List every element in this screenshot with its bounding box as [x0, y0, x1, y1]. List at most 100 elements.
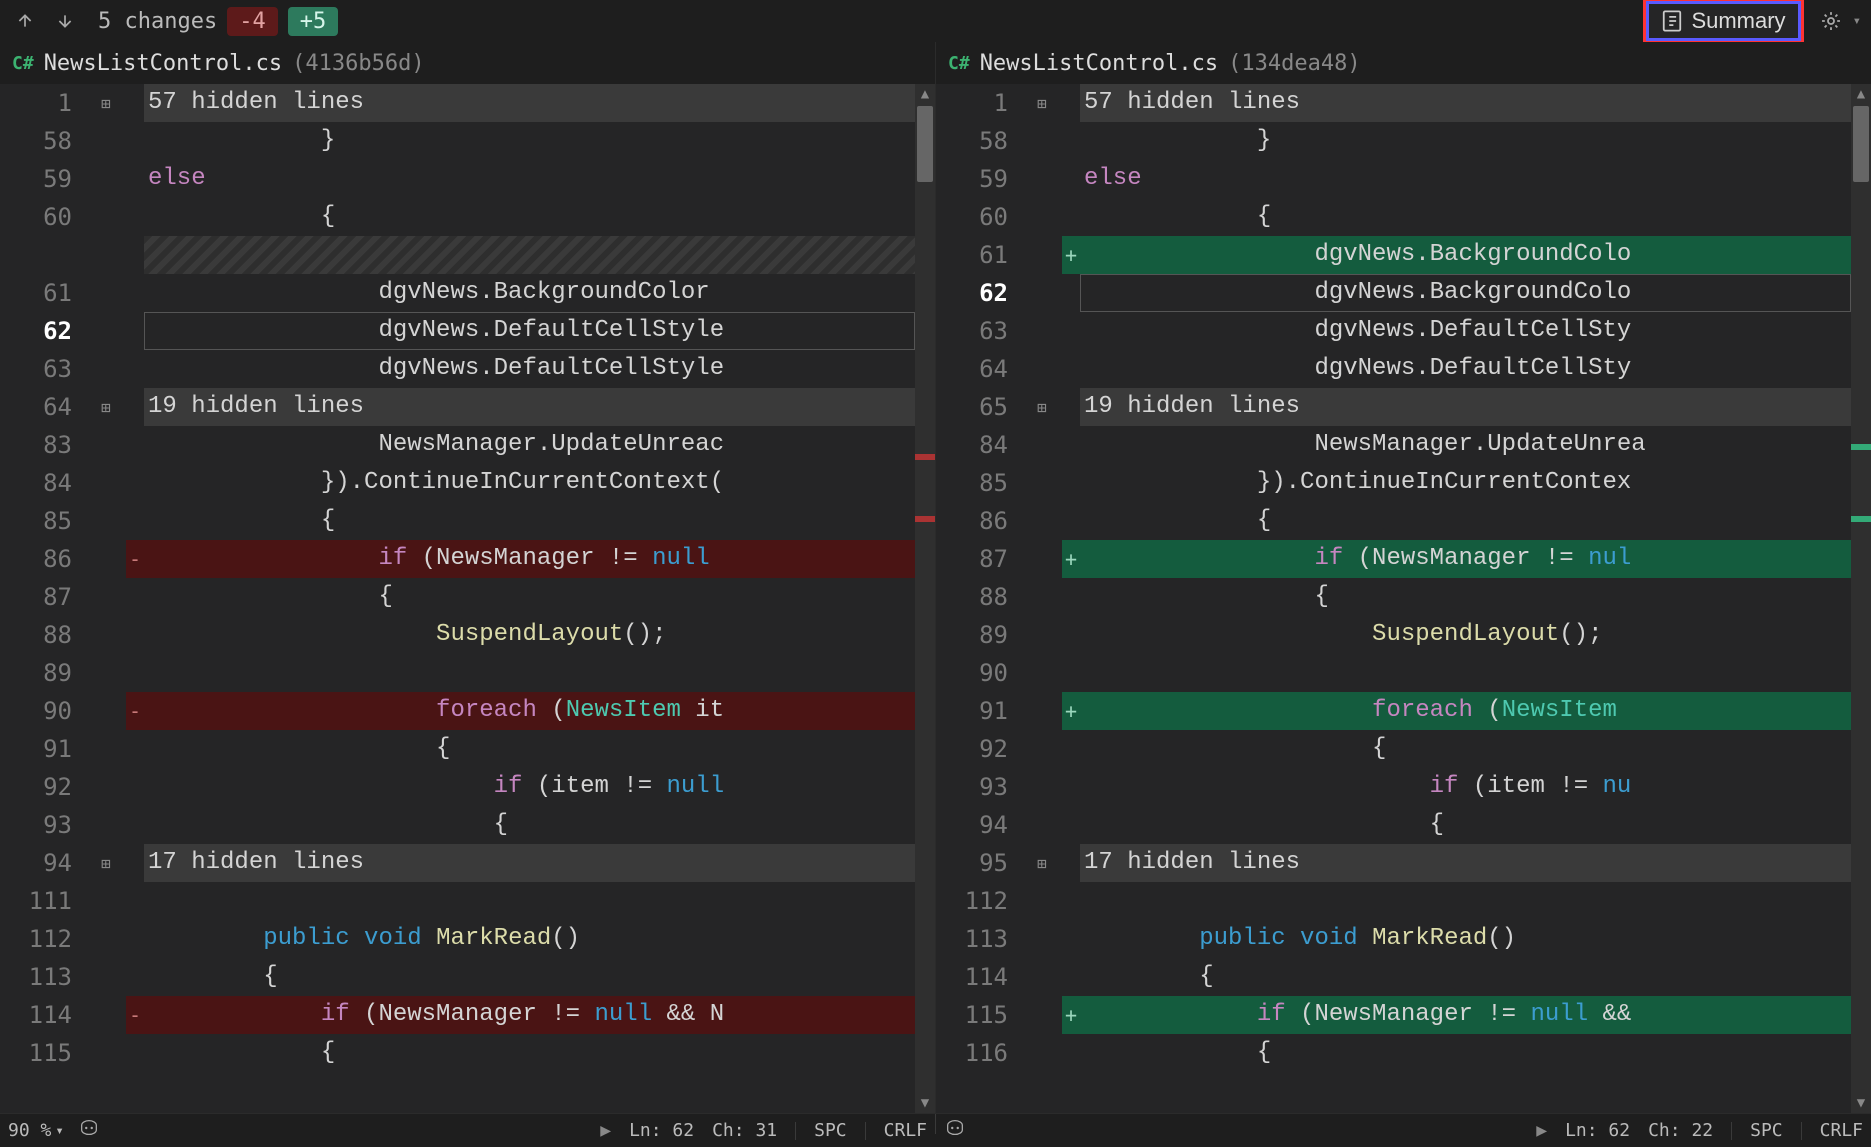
- right-indent-indicator[interactable]: SPC: [1750, 1120, 1783, 1141]
- expand-button[interactable]: ⊞: [1022, 84, 1062, 122]
- expand-button[interactable]: ⊞: [86, 388, 126, 426]
- scroll-up-arrow[interactable]: ▲: [915, 84, 935, 104]
- code-line[interactable]: {: [144, 1034, 915, 1072]
- right-lang-badge: C#: [948, 53, 970, 74]
- left-code-area[interactable]: 1585960616263648384858687888990919293941…: [0, 84, 935, 1113]
- scroll-down-arrow[interactable]: ▼: [1851, 1093, 1871, 1113]
- code-line[interactable]: 19 hidden lines: [1080, 388, 1851, 426]
- right-line-indicator[interactable]: Ln: 62: [1565, 1120, 1630, 1141]
- code-line[interactable]: dgvNews.DefaultCellSty: [1080, 350, 1851, 388]
- code-line[interactable]: {: [1080, 1034, 1851, 1072]
- copilot-button[interactable]: [944, 1119, 966, 1142]
- right-col-indicator[interactable]: Ch: 22: [1648, 1120, 1713, 1141]
- gear-icon: [1820, 10, 1842, 32]
- right-expand-col: ⊞ ⊞ ⊞: [1022, 84, 1062, 1113]
- expand-button[interactable]: ⊞: [1022, 844, 1062, 882]
- code-line[interactable]: [1080, 654, 1851, 692]
- scroll-down-arrow[interactable]: ▼: [915, 1093, 935, 1113]
- code-line[interactable]: SuspendLayout();: [1080, 616, 1851, 654]
- scrollbar-thumb[interactable]: [1853, 106, 1869, 182]
- code-line[interactable]: dgvNews.DefaultCellStyle: [144, 350, 915, 388]
- code-line[interactable]: 17 hidden lines: [144, 844, 915, 882]
- code-line[interactable]: {: [1080, 198, 1851, 236]
- code-line[interactable]: else: [144, 160, 915, 198]
- code-line[interactable]: {: [1080, 730, 1851, 768]
- right-scroll-right-icon[interactable]: ▶: [1536, 1120, 1547, 1141]
- code-line[interactable]: 17 hidden lines: [1080, 844, 1851, 882]
- code-line[interactable]: dgvNews.BackgroundColo: [1080, 236, 1851, 274]
- code-line[interactable]: 57 hidden lines: [1080, 84, 1851, 122]
- scroll-up-arrow[interactable]: ▲: [1851, 84, 1871, 104]
- code-line[interactable]: if (NewsManager != null &&: [1080, 996, 1851, 1034]
- left-scrollbar[interactable]: ▲ ▼: [915, 84, 935, 1113]
- right-filename: NewsListControl.cs: [980, 51, 1218, 76]
- code-line[interactable]: else: [1080, 160, 1851, 198]
- code-line[interactable]: dgvNews.BackgroundColo: [1080, 274, 1851, 312]
- code-line[interactable]: [144, 882, 915, 920]
- code-line[interactable]: dgvNews.DefaultCellSty: [1080, 312, 1851, 350]
- right-gutter: 1585960616263646584858687888990919293949…: [936, 84, 1022, 1113]
- left-line-indicator[interactable]: Ln: 62: [629, 1120, 694, 1141]
- code-line[interactable]: {: [144, 198, 915, 236]
- left-eol-indicator[interactable]: CRLF: [884, 1120, 927, 1141]
- settings-button[interactable]: [1817, 7, 1845, 35]
- code-line[interactable]: {: [1080, 958, 1851, 996]
- left-col-indicator[interactable]: Ch: 31: [712, 1120, 777, 1141]
- left-scroll-right-icon[interactable]: ▶: [600, 1120, 611, 1141]
- code-line[interactable]: if (NewsManager != null: [144, 540, 915, 578]
- code-line[interactable]: 19 hidden lines: [144, 388, 915, 426]
- right-scrollbar[interactable]: ▲ ▼: [1851, 84, 1871, 1113]
- zoom-indicator[interactable]: 90 % ▾: [8, 1120, 64, 1141]
- code-line[interactable]: {: [144, 730, 915, 768]
- code-line[interactable]: dgvNews.BackgroundColor: [144, 274, 915, 312]
- code-line[interactable]: {: [1080, 502, 1851, 540]
- left-content[interactable]: 57 hidden lines }else { dgvNews.Backgrou…: [144, 84, 915, 1113]
- diff-container: C# NewsListControl.cs (4136b56d) 1585960…: [0, 42, 1871, 1113]
- left-commit-hash: (4136b56d): [292, 51, 424, 76]
- code-line[interactable]: foreach (NewsItem: [1080, 692, 1851, 730]
- code-line[interactable]: foreach (NewsItem it: [144, 692, 915, 730]
- right-code-area[interactable]: 1585960616263646584858687888990919293949…: [936, 84, 1871, 1113]
- code-line[interactable]: [1080, 882, 1851, 920]
- code-line[interactable]: {: [144, 502, 915, 540]
- code-line[interactable]: NewsManager.UpdateUnreac: [144, 426, 915, 464]
- code-line[interactable]: NewsManager.UpdateUnrea: [1080, 426, 1851, 464]
- code-line[interactable]: {: [1080, 578, 1851, 616]
- code-line[interactable]: }).ContinueInCurrentContex: [1080, 464, 1851, 502]
- code-line[interactable]: [144, 654, 915, 692]
- status-left-half: 90 % ▾ ▶ Ln: 62 Ch: 31 SPC CRLF: [0, 1114, 935, 1147]
- prev-change-button[interactable]: [10, 6, 40, 36]
- expand-button[interactable]: ⊞: [86, 84, 126, 122]
- code-line[interactable]: }: [144, 122, 915, 160]
- scrollbar-thumb[interactable]: [917, 106, 933, 182]
- summary-button[interactable]: Summary: [1646, 1, 1800, 41]
- code-line[interactable]: {: [144, 806, 915, 844]
- next-change-button[interactable]: [50, 6, 80, 36]
- code-line[interactable]: if (NewsManager != nul: [1080, 540, 1851, 578]
- code-line[interactable]: if (NewsManager != null && N: [144, 996, 915, 1034]
- scroll-mark-deleted: [915, 454, 935, 460]
- code-line[interactable]: if (item != null: [144, 768, 915, 806]
- code-line[interactable]: public void MarkRead(): [1080, 920, 1851, 958]
- code-line[interactable]: public void MarkRead(): [144, 920, 915, 958]
- right-commit-hash: (134dea48): [1228, 51, 1360, 76]
- right-content[interactable]: 57 hidden lines }else { dgvNews.Backgrou…: [1080, 84, 1851, 1113]
- code-line[interactable]: [144, 236, 915, 274]
- left-gutter: 1585960616263648384858687888990919293941…: [0, 84, 86, 1113]
- copilot-button[interactable]: [78, 1119, 100, 1142]
- left-indent-indicator[interactable]: SPC: [814, 1120, 847, 1141]
- code-line[interactable]: if (item != nu: [1080, 768, 1851, 806]
- code-line[interactable]: {: [1080, 806, 1851, 844]
- expand-button[interactable]: ⊞: [86, 844, 126, 882]
- code-line[interactable]: dgvNews.DefaultCellStyle: [144, 312, 915, 350]
- status-bar: 90 % ▾ ▶ Ln: 62 Ch: 31 SPC CRLF ▶ Ln: 62…: [0, 1113, 1871, 1147]
- code-line[interactable]: SuspendLayout();: [144, 616, 915, 654]
- right-eol-indicator[interactable]: CRLF: [1820, 1120, 1863, 1141]
- expand-button[interactable]: ⊞: [1022, 388, 1062, 426]
- settings-dropdown-caret[interactable]: ▾: [1853, 13, 1861, 29]
- code-line[interactable]: {: [144, 578, 915, 616]
- code-line[interactable]: 57 hidden lines: [144, 84, 915, 122]
- code-line[interactable]: }: [1080, 122, 1851, 160]
- code-line[interactable]: }).ContinueInCurrentContext(: [144, 464, 915, 502]
- code-line[interactable]: {: [144, 958, 915, 996]
